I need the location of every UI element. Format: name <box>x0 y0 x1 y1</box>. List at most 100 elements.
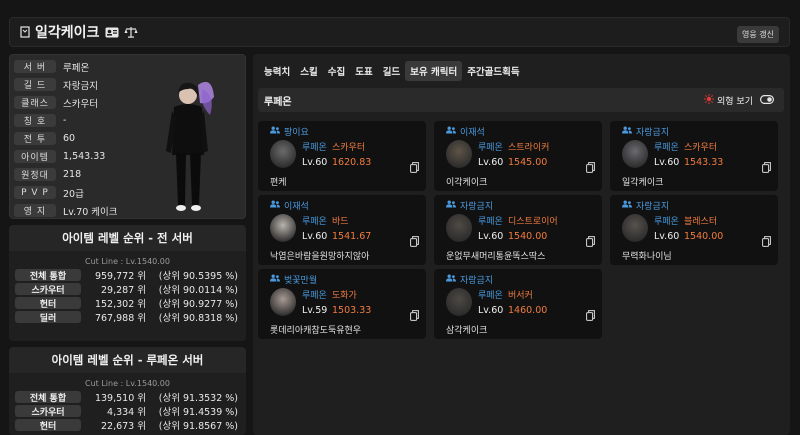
appearance-label: 외형 보기 <box>717 97 753 107</box>
guild-name: 자랑금지 <box>636 128 670 138</box>
card-server: 루페온 <box>302 217 327 227</box>
copy-icon[interactable] <box>762 232 771 251</box>
copy-icon[interactable] <box>410 158 419 177</box>
character-avatar <box>150 65 230 215</box>
guild-members-icon <box>270 274 280 285</box>
copy-icon[interactable] <box>586 306 595 325</box>
ranking-title: 아이템 레벨 순위 - 루페온 서버 <box>9 347 246 373</box>
guild-name: 자랑금지 <box>460 202 494 212</box>
card-class: 스트라이커 <box>508 143 550 153</box>
sun-icon <box>704 94 715 107</box>
copy-icon[interactable] <box>410 232 419 251</box>
ranking-label: 헌터 <box>15 297 81 310</box>
ranking-percent: (상위 90.0114 %) <box>158 285 238 296</box>
profile-label: 영 지 <box>14 204 56 217</box>
ranking-row: 헌터 22,673 위 (상위 91.8567 %) <box>9 418 246 432</box>
ranking-label: 딜러 <box>15 311 81 324</box>
card-character-name[interactable]: 롯데리아캐참도둑유현우 <box>270 323 361 336</box>
ranking-rank: 152,302 위 <box>94 299 146 310</box>
card-guild: 이재석 <box>446 125 485 138</box>
character-card[interactable]: 자랑금지 루페온 버서커 Lv.60 1460.00 삼각케이크 <box>434 269 602 339</box>
card-level: Lv.59 <box>302 305 328 316</box>
ranking-rank: 767,988 위 <box>94 313 146 324</box>
character-card[interactable]: 자랑금지 루페온 블레스터 Lv.60 1540.00 무력화나이님 <box>610 195 778 265</box>
id-card-icon[interactable] <box>105 23 119 42</box>
card-character-name[interactable]: 일각케이크 <box>622 175 663 188</box>
ranking-percent: (상위 90.5395 %) <box>158 271 238 282</box>
profile-row-server: 서 버 루페온 <box>14 59 89 74</box>
profile-value: Lv.70 케이크 <box>63 206 118 218</box>
copy-icon[interactable] <box>762 158 771 177</box>
card-guild: 벚꽃만월 <box>270 273 317 286</box>
profile-value: 루페온 <box>63 62 90 74</box>
copy-icon[interactable] <box>410 306 419 325</box>
card-character-name[interactable]: 낙엽은바람을원망하지않아 <box>270 249 369 262</box>
profile-row-title: 칭 호- <box>14 113 66 128</box>
ranking-row: 전체 통합 139,510 위 (상위 91.3532 %) <box>9 390 246 404</box>
card-server: 루페온 <box>654 143 679 153</box>
server-header: 루페온 외형 보기 <box>258 88 784 112</box>
tab-weekly-gold[interactable]: 주간골드획득 <box>462 61 524 81</box>
card-server: 루페온 <box>302 291 327 301</box>
card-item-level: 1460.00 <box>508 305 548 316</box>
card-class: 스카우터 <box>684 143 718 153</box>
page: 일각케이크 영웅 갱신 서 버 루페온 길 드 자랑금지 클래스 스카우터 칭 호- … <box>0 0 800 435</box>
card-character-name[interactable]: 삼각케이크 <box>446 323 487 336</box>
character-card[interactable]: 자랑금지루페온 스카우터 Lv.60 1543.33 일각케이크 <box>610 121 778 191</box>
profile-value: 1,543.33 <box>63 151 106 162</box>
ranking-panel-server: 아이템 레벨 순위 - 루페온 서버 Cut Line : Lv.1540.00… <box>9 347 246 435</box>
card-item-level: 1620.83 <box>332 157 372 168</box>
bookmark-icon[interactable] <box>20 23 30 42</box>
character-card[interactable]: 벚꽃만월 루페온 도화가 Lv.59 1503.33 롯데리아캐참도둑유현우 <box>258 269 426 339</box>
character-card[interactable]: 이재석 루페온 스트라이커 Lv.60 1545.00 이각케이크 <box>434 121 602 191</box>
card-item-level: 1543.33 <box>684 157 724 168</box>
profile-label: 길 드 <box>14 78 56 91</box>
refresh-button[interactable]: 영웅 갱신 <box>737 26 779 43</box>
character-portrait <box>270 214 296 242</box>
tab-owned-characters[interactable]: 보유 캐릭터 <box>405 61 463 81</box>
card-level: Lv.60 <box>302 157 328 168</box>
card-class: 바드 <box>332 217 349 227</box>
copy-icon[interactable] <box>586 232 595 251</box>
profile-value[interactable]: 자랑금지 <box>63 78 98 92</box>
profile-value: 스카우터 <box>63 98 98 110</box>
card-level: Lv.60 <box>654 157 680 168</box>
ranking-rank: 959,772 위 <box>94 271 146 282</box>
character-card[interactable]: 팡이요 루페온 스카우터 Lv.60 1620.83 편케 <box>258 121 426 191</box>
ranking-title: 아이템 레벨 순위 - 전 서버 <box>9 225 246 251</box>
profile-label: P V P <box>14 186 56 199</box>
card-character-name[interactable]: 무력화나이님 <box>622 249 672 262</box>
character-portrait <box>622 140 648 168</box>
profile-row-class: 클래스 스카우터 <box>14 95 98 110</box>
copy-icon[interactable] <box>586 158 595 177</box>
card-character-name[interactable]: 이각케이크 <box>446 175 487 188</box>
card-character-name[interactable]: 운없무새머리통윤똑스딱스 <box>446 249 545 262</box>
profile-row-combat: 전 투 60 <box>14 131 75 146</box>
tab-guild[interactable]: 길드 <box>378 61 405 81</box>
guild-members-icon <box>446 200 456 211</box>
character-card[interactable]: 이재석 루페온 바드 Lv.60 1541.67 낙엽은바람을원망하지않아 <box>258 195 426 265</box>
ranking-rank: 4,334 위 <box>107 407 146 418</box>
tab-skills[interactable]: 스킬 <box>295 61 322 81</box>
guild-name: 팡이요 <box>284 128 309 138</box>
ranking-percent: (상위 91.4539 %) <box>158 407 238 418</box>
character-card[interactable]: 자랑금지 루페온 디스트로이어 Lv.60 1540.00 운없무새머리통윤똑스딱스 <box>434 195 602 265</box>
ranking-cutline: Cut Line : Lv.1540.00 <box>85 379 170 388</box>
card-guild: 자랑금지 <box>622 125 669 138</box>
toggle-switch-icon[interactable] <box>760 94 775 107</box>
scale-icon[interactable] <box>124 23 138 42</box>
tab-stats[interactable]: 능력치 <box>259 61 295 81</box>
card-guild: 자랑금지 <box>622 199 669 212</box>
character-portrait <box>446 288 472 316</box>
profile-value: 20급 <box>63 188 84 200</box>
character-portrait <box>270 140 296 168</box>
tab-collection[interactable]: 수집 <box>323 61 350 81</box>
profile-row-expedition: 원정대 218 <box>14 167 81 182</box>
card-guild: 자랑금지 <box>446 199 493 212</box>
profile-label: 칭 호 <box>14 114 56 127</box>
appearance-toggle[interactable]: 외형 보기 <box>704 94 775 107</box>
card-class: 디스트로이어 <box>508 217 558 227</box>
ranking-rank: 139,510 위 <box>94 393 146 404</box>
card-character-name[interactable]: 편케 <box>270 175 287 188</box>
tab-chart[interactable]: 도표 <box>350 61 377 81</box>
